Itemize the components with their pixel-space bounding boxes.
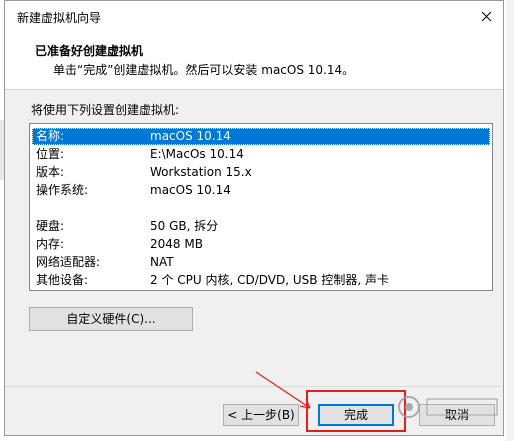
annotation-highlight-box	[306, 390, 406, 432]
watermark-logo	[398, 396, 498, 418]
list-item[interactable]: 内存: 2048 MB	[32, 236, 490, 253]
list-item[interactable]: 其他设备: 2 个 CPU 内核, CD/DVD, USB 控制器, 声卡	[32, 272, 490, 289]
background-window-edge-right	[506, 0, 514, 441]
customize-hardware-button[interactable]: 自定义硬件(C)...	[29, 307, 193, 331]
settings-list[interactable]: 名称: macOS 10.14 位置: E:\MacOs 10.14 版本: W…	[29, 123, 493, 291]
list-item[interactable]: 名称: macOS 10.14	[32, 128, 490, 145]
list-item[interactable]: 硬盘: 50 GB, 拆分	[32, 218, 490, 235]
close-icon	[481, 11, 491, 21]
page-title: 已准备好创建虚拟机	[35, 44, 144, 58]
window-title: 新建虚拟机向导	[17, 11, 102, 25]
wizard-header: 已准备好创建虚拟机 单击“完成”创建虚拟机。然后可以安装 macOS 10.14…	[5, 31, 503, 90]
list-item[interactable]: 网络适配器: NAT	[32, 254, 490, 271]
close-button[interactable]	[469, 1, 503, 31]
page-subtitle: 单击“完成”创建虚拟机。然后可以安装 macOS 10.14。	[53, 63, 355, 77]
settings-label: 将使用下列设置创建虚拟机:	[31, 103, 180, 117]
list-item[interactable]: 位置: E:\MacOs 10.14	[32, 146, 490, 163]
list-item[interactable]: 版本: Workstation 15.x	[32, 164, 490, 181]
title-bar[interactable]: 新建虚拟机向导	[5, 1, 503, 31]
list-item[interactable]: 操作系统: macOS 10.14	[32, 182, 490, 199]
